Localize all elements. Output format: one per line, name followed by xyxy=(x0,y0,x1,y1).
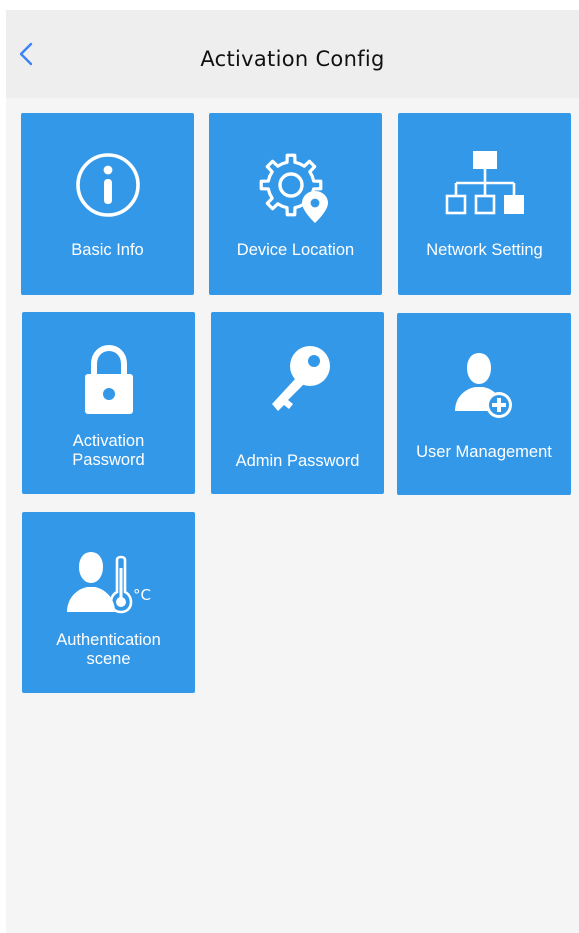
person-thermometer-icon: °C xyxy=(22,548,195,618)
device-location-tile[interactable]: Device Location xyxy=(209,113,382,295)
activation-password-tile[interactable]: Activation Password xyxy=(22,312,195,494)
celsius-unit-text: °C xyxy=(133,586,151,604)
chevron-left-icon xyxy=(19,42,33,66)
page-title: Activation Config xyxy=(200,47,385,71)
network-setting-label: Network Setting xyxy=(426,241,543,259)
device-location-label: Device Location xyxy=(236,241,355,259)
admin-password-tile[interactable]: Admin Password xyxy=(211,312,384,494)
info-circle-icon xyxy=(21,149,194,221)
authentication-scene-tile[interactable]: °C Authentication scene xyxy=(22,512,195,693)
authentication-scene-label: Authentication scene xyxy=(56,631,161,668)
add-user-icon xyxy=(397,347,571,419)
activation-config-screen: Activation Config Basic Info Device Loca… xyxy=(6,10,579,933)
network-setting-tile[interactable]: Network Setting xyxy=(398,113,571,295)
activation-password-label: Activation Password xyxy=(72,432,145,469)
network-icon xyxy=(398,149,571,219)
user-management-label: User Management xyxy=(416,443,552,461)
back-button[interactable] xyxy=(10,32,50,76)
admin-password-label: Admin Password xyxy=(235,452,360,470)
user-management-tile[interactable]: User Management xyxy=(397,313,571,495)
gear-location-icon xyxy=(209,149,382,225)
basic-info-label: Basic Info xyxy=(71,241,144,259)
basic-info-tile[interactable]: Basic Info xyxy=(21,113,194,295)
lock-icon xyxy=(22,342,195,418)
key-icon xyxy=(211,338,384,418)
